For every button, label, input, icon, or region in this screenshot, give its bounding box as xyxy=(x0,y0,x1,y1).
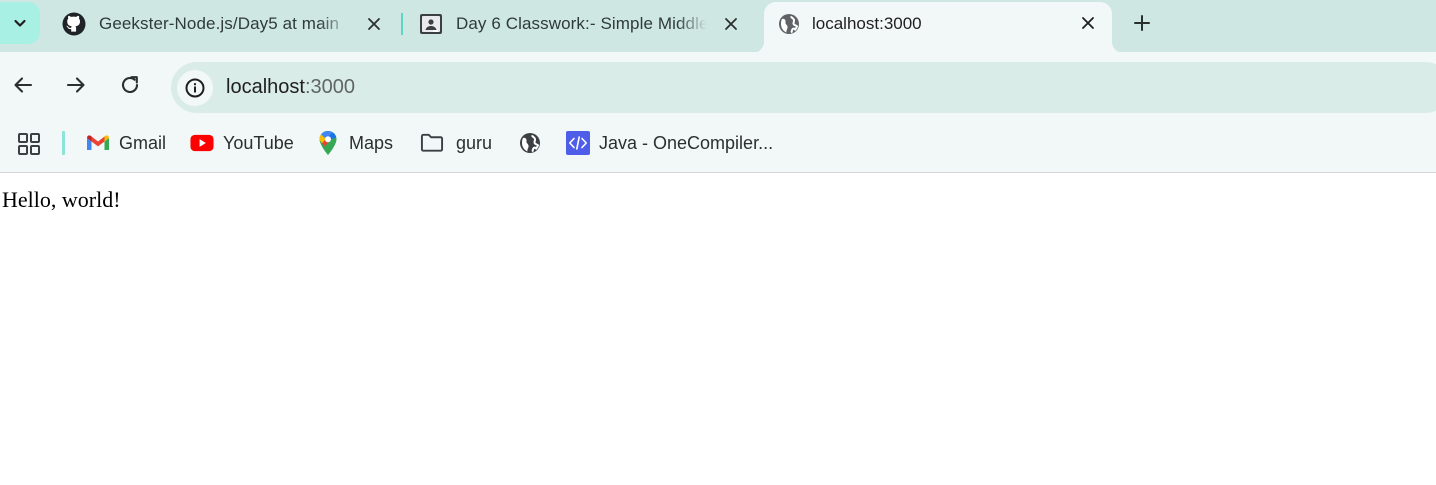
github-icon xyxy=(62,12,86,36)
maps-icon xyxy=(316,131,340,155)
tab-day6-classwork[interactable]: Day 6 Classwork:- Simple Middleware xyxy=(419,4,749,44)
onecompiler-icon xyxy=(566,131,590,155)
tab-title-fade xyxy=(320,12,350,38)
bookmarks-separator xyxy=(62,131,65,155)
bookmark-label: Java - OneCompiler... xyxy=(599,132,774,153)
tab-title: Day 6 Classwork:- Simple Middleware xyxy=(456,14,706,33)
bookmark-gmail[interactable]: Gmail xyxy=(86,130,166,156)
arrow-right-icon xyxy=(66,77,85,93)
tab-geekster-node[interactable]: Geekster-Node.js/Day5 at main xyxy=(62,4,388,44)
close-icon[interactable] xyxy=(1078,13,1098,33)
bookmark-label: YouTube xyxy=(223,132,294,153)
globe-icon xyxy=(518,131,542,155)
globe-icon xyxy=(777,12,801,36)
bookmark-youtube[interactable]: YouTube xyxy=(190,130,294,156)
reload-button[interactable] xyxy=(117,72,143,98)
page-content: Hello, world! xyxy=(0,174,1436,485)
tab-title: Geekster-Node.js/Day5 at main xyxy=(99,14,340,33)
tab-title-fade xyxy=(677,12,707,38)
url-host: localhost xyxy=(226,76,305,98)
apps-button[interactable] xyxy=(17,131,41,157)
tab-localhost-active[interactable]: localhost:3000 xyxy=(752,2,1124,53)
info-icon xyxy=(185,78,205,98)
url-port: :3000 xyxy=(304,76,355,98)
apps-grid-icon xyxy=(18,133,40,155)
bookmarks-bar: Gmail YouTube Maps guru Java - OneCompil… xyxy=(0,114,1436,173)
folder-icon xyxy=(420,131,444,155)
bookmark-onecompiler-java[interactable]: Java - OneCompiler... xyxy=(566,130,773,156)
tab-search-button[interactable] xyxy=(0,2,40,44)
bookmark-folder-guru[interactable]: guru xyxy=(420,130,492,156)
new-tab-button[interactable] xyxy=(1128,9,1156,37)
bookmark-label: Maps xyxy=(349,132,394,153)
site-info-button[interactable] xyxy=(177,70,213,106)
url-text[interactable]: localhost:3000 xyxy=(226,76,355,99)
classroom-icon xyxy=(419,12,443,36)
tab-separator xyxy=(401,13,403,35)
youtube-icon xyxy=(190,131,214,155)
bookmark-globe[interactable] xyxy=(518,130,551,156)
plus-icon xyxy=(1134,15,1150,31)
tab-strip: Geekster-Node.js/Day5 at main Day 6 Clas… xyxy=(0,0,1436,53)
gmail-icon xyxy=(86,131,110,155)
bookmark-label: guru xyxy=(456,132,493,153)
chevron-down-icon xyxy=(14,19,26,27)
toolbar: localhost:3000 xyxy=(0,52,1436,114)
arrow-left-icon xyxy=(14,77,33,93)
close-icon[interactable] xyxy=(364,14,384,34)
reload-icon xyxy=(122,76,139,94)
tab-title: localhost:3000 xyxy=(812,14,922,33)
bookmark-maps[interactable]: Maps xyxy=(316,130,393,156)
address-bar[interactable]: localhost:3000 xyxy=(171,62,1436,113)
close-icon[interactable] xyxy=(721,14,741,34)
back-button[interactable] xyxy=(10,72,36,98)
page-body-text: Hello, world! xyxy=(2,187,121,212)
bookmark-label: Gmail xyxy=(119,132,167,153)
forward-button[interactable] xyxy=(63,72,89,98)
